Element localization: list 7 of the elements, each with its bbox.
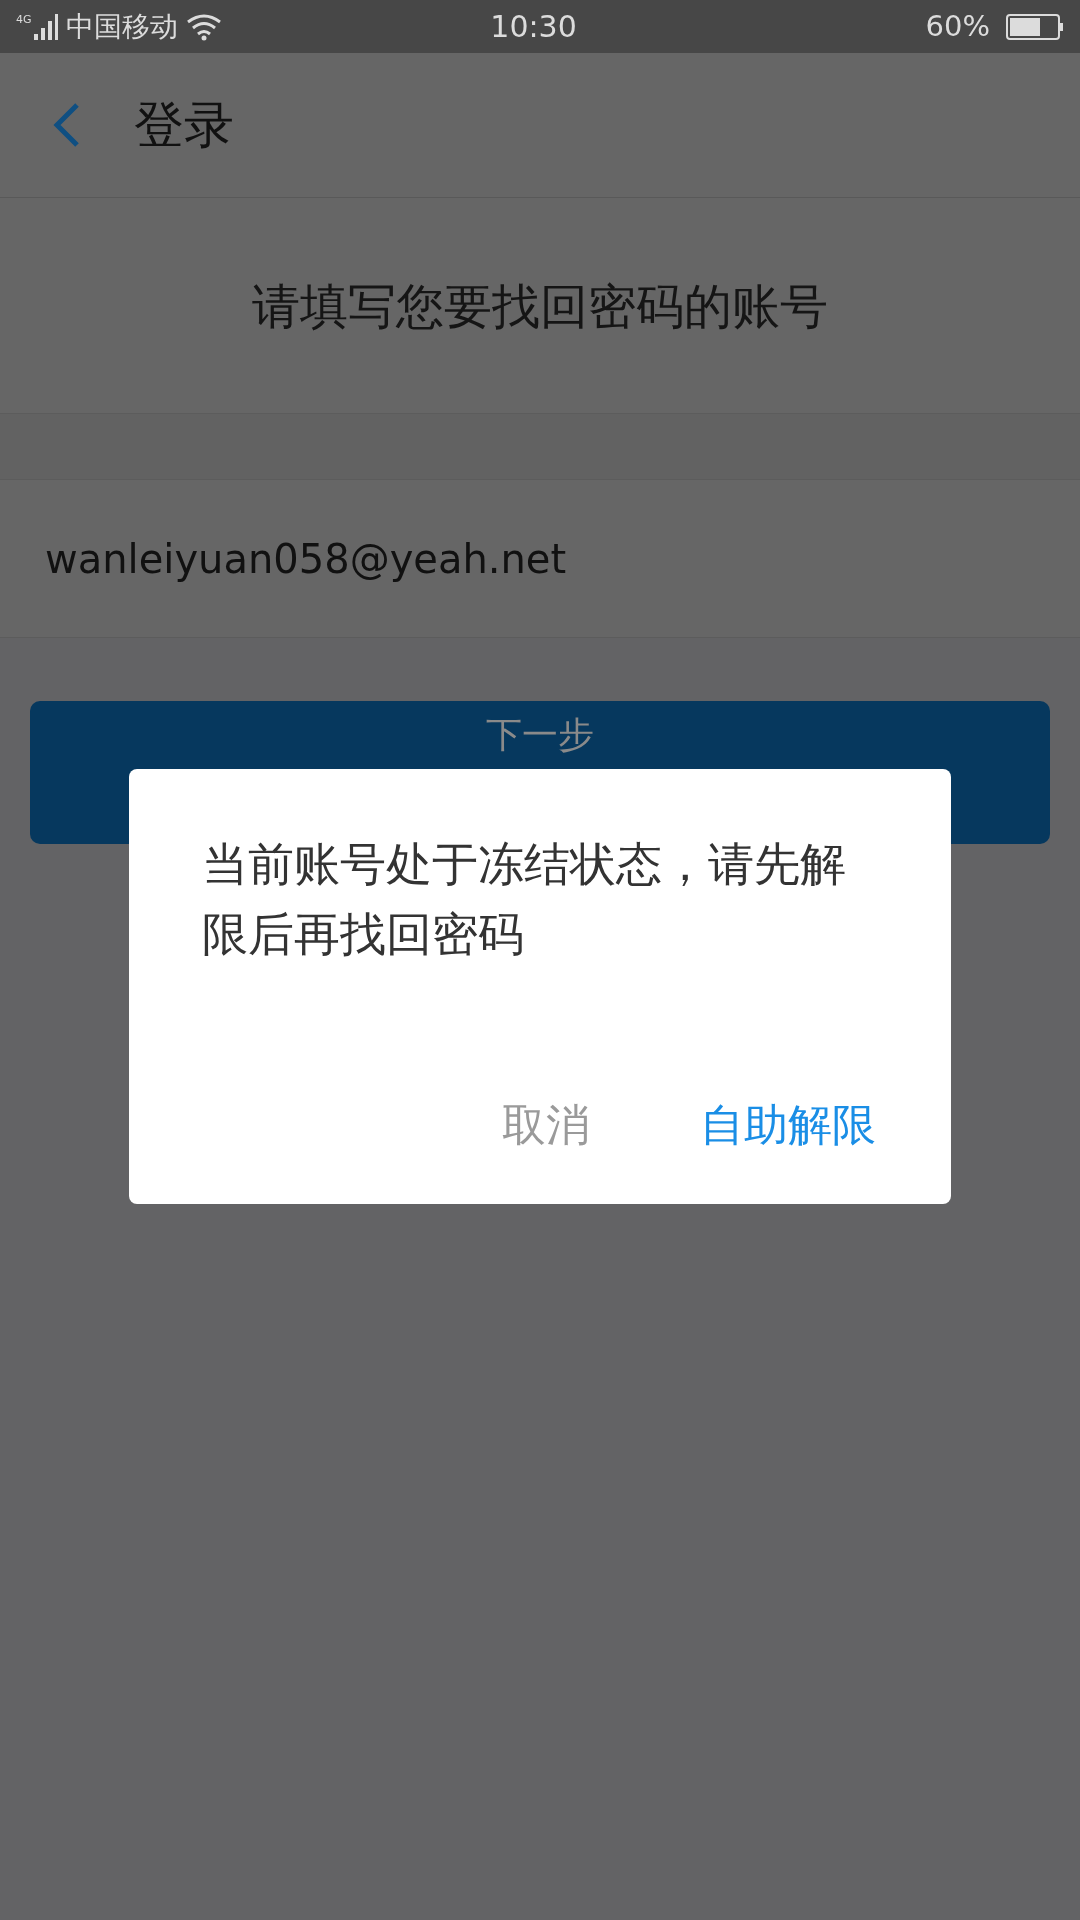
network-type: 4G	[16, 13, 32, 25]
header-title: 登录	[134, 94, 234, 156]
dialog-message: 当前账号处于冻结状态，请先解限后再找回密码	[202, 836, 847, 963]
battery-percent: 60%	[925, 7, 990, 45]
carrier-name: 中国移动	[65, 8, 178, 45]
prompt-text: 请填写您要找回密码的账号	[252, 276, 828, 336]
status-time: 10:30	[490, 8, 577, 46]
